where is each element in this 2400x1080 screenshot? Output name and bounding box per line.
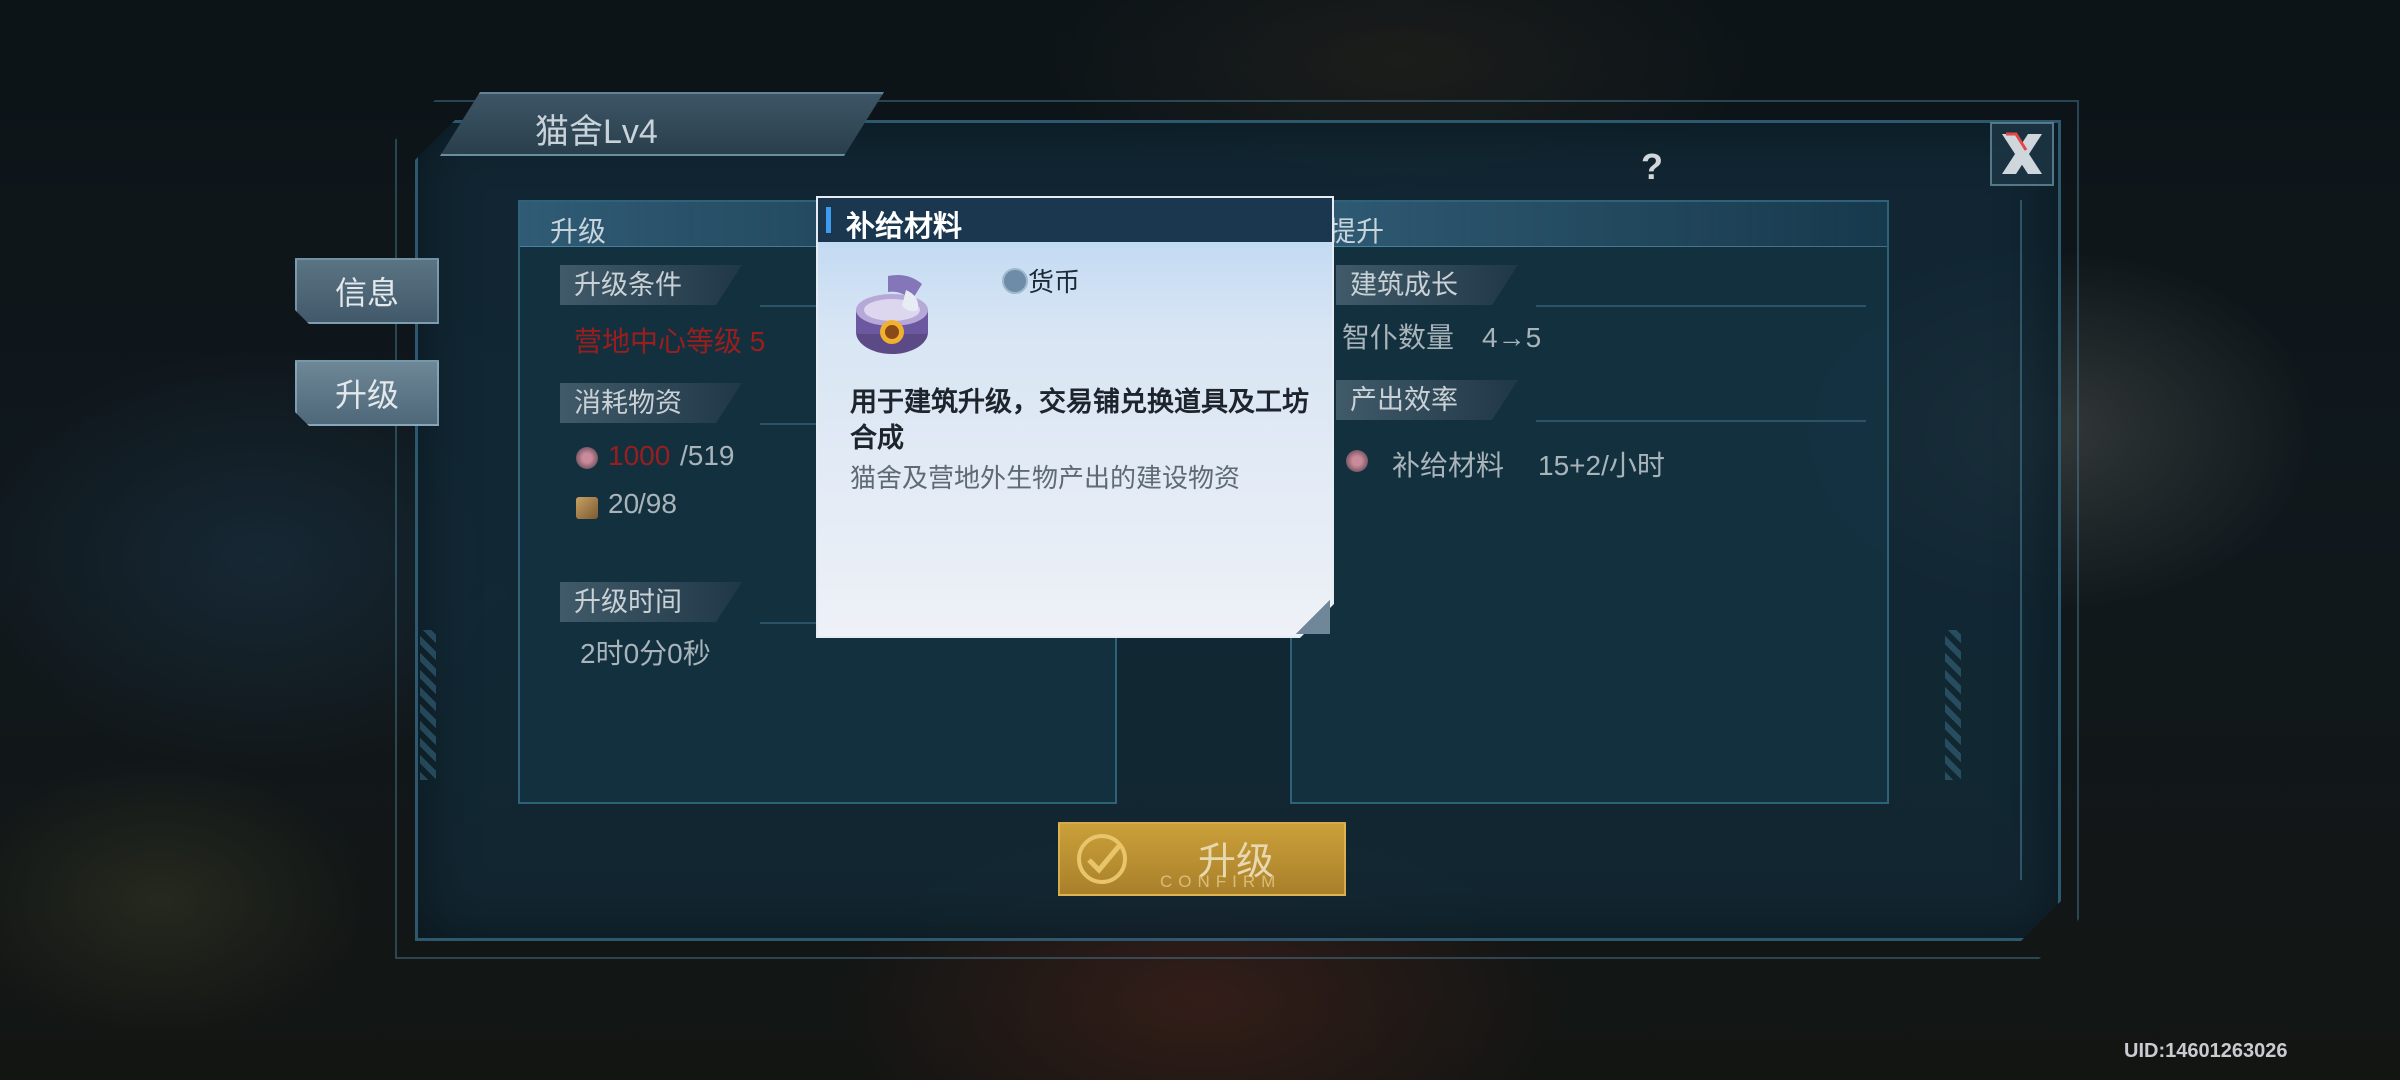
tab-upgrade[interactable]: 升级 — [295, 360, 439, 426]
section-upgrade-time: 升级时间 — [560, 582, 742, 622]
material-need: /519 — [680, 440, 735, 471]
title-tab — [440, 92, 884, 156]
tooltip-corner-decor — [1296, 600, 1330, 634]
section-consumed-materials: 消耗物资 — [560, 383, 742, 423]
material-have: 20 — [608, 488, 640, 519]
material-need: /98 — [638, 488, 677, 519]
tooltip-source: 猫舍及营地外生物产出的建设物资 — [850, 463, 1241, 493]
output-item-name: 补给材料 — [1392, 450, 1505, 481]
currency-icon — [1002, 268, 1028, 294]
dialog-title: 猫舍Lv4 — [535, 113, 658, 151]
panel-header-label: 升级 — [550, 216, 607, 247]
section-divider — [1536, 305, 1866, 307]
supply-can-icon — [1346, 450, 1368, 472]
panel-header-label: 提升 — [1328, 216, 1385, 247]
tooltip-title: 补给材料 — [846, 211, 963, 243]
tooltip-accent-bar — [826, 207, 831, 233]
close-button[interactable] — [1990, 122, 2054, 186]
item-tooltip: 补给材料 货币 用于建筑升级，交易铺兑换道具及工坊合成 猫舍及营地外生物产出的建… — [816, 196, 1334, 638]
upgrade-confirm-button[interactable]: 升级 CONFIRM — [1058, 822, 1346, 896]
supply-can-icon — [848, 270, 944, 362]
panel-header: 提升 — [1292, 202, 1887, 247]
condition-text: 营地中心等级 5 — [574, 326, 766, 357]
decor-stripes-right — [1945, 630, 1961, 780]
section-divider — [1536, 420, 1866, 422]
decor-stripes-left — [420, 630, 436, 780]
tooltip-type: 货币 — [1028, 267, 1081, 297]
section-output-efficiency: 产出效率 — [1336, 380, 1518, 420]
output-rate: 15+2/小时 — [1538, 450, 1665, 481]
help-button[interactable]: ? — [1630, 145, 1674, 189]
check-circle-icon — [1077, 834, 1127, 884]
section-building-growth: 建筑成长 — [1336, 265, 1518, 305]
section-upgrade-conditions: 升级条件 — [560, 265, 742, 305]
player-uid: UID:14601263026 — [2124, 1040, 2288, 1062]
tab-info[interactable]: 信息 — [295, 258, 439, 324]
material-have: 1000 — [608, 440, 671, 471]
confirm-sublabel: CONFIRM — [1160, 872, 1282, 891]
tooltip-header: 补给材料 — [818, 198, 1332, 242]
decor-rail — [2020, 200, 2032, 880]
upgrade-time-value: 2时0分0秒 — [580, 638, 711, 669]
growth-value: 智仆数量 4→5 — [1342, 322, 1542, 353]
supply-can-icon — [576, 447, 598, 469]
tooltip-description: 用于建筑升级，交易铺兑换道具及工坊合成 — [850, 387, 1309, 453]
wood-crate-icon — [576, 497, 598, 519]
close-x-icon — [2002, 132, 2042, 174]
